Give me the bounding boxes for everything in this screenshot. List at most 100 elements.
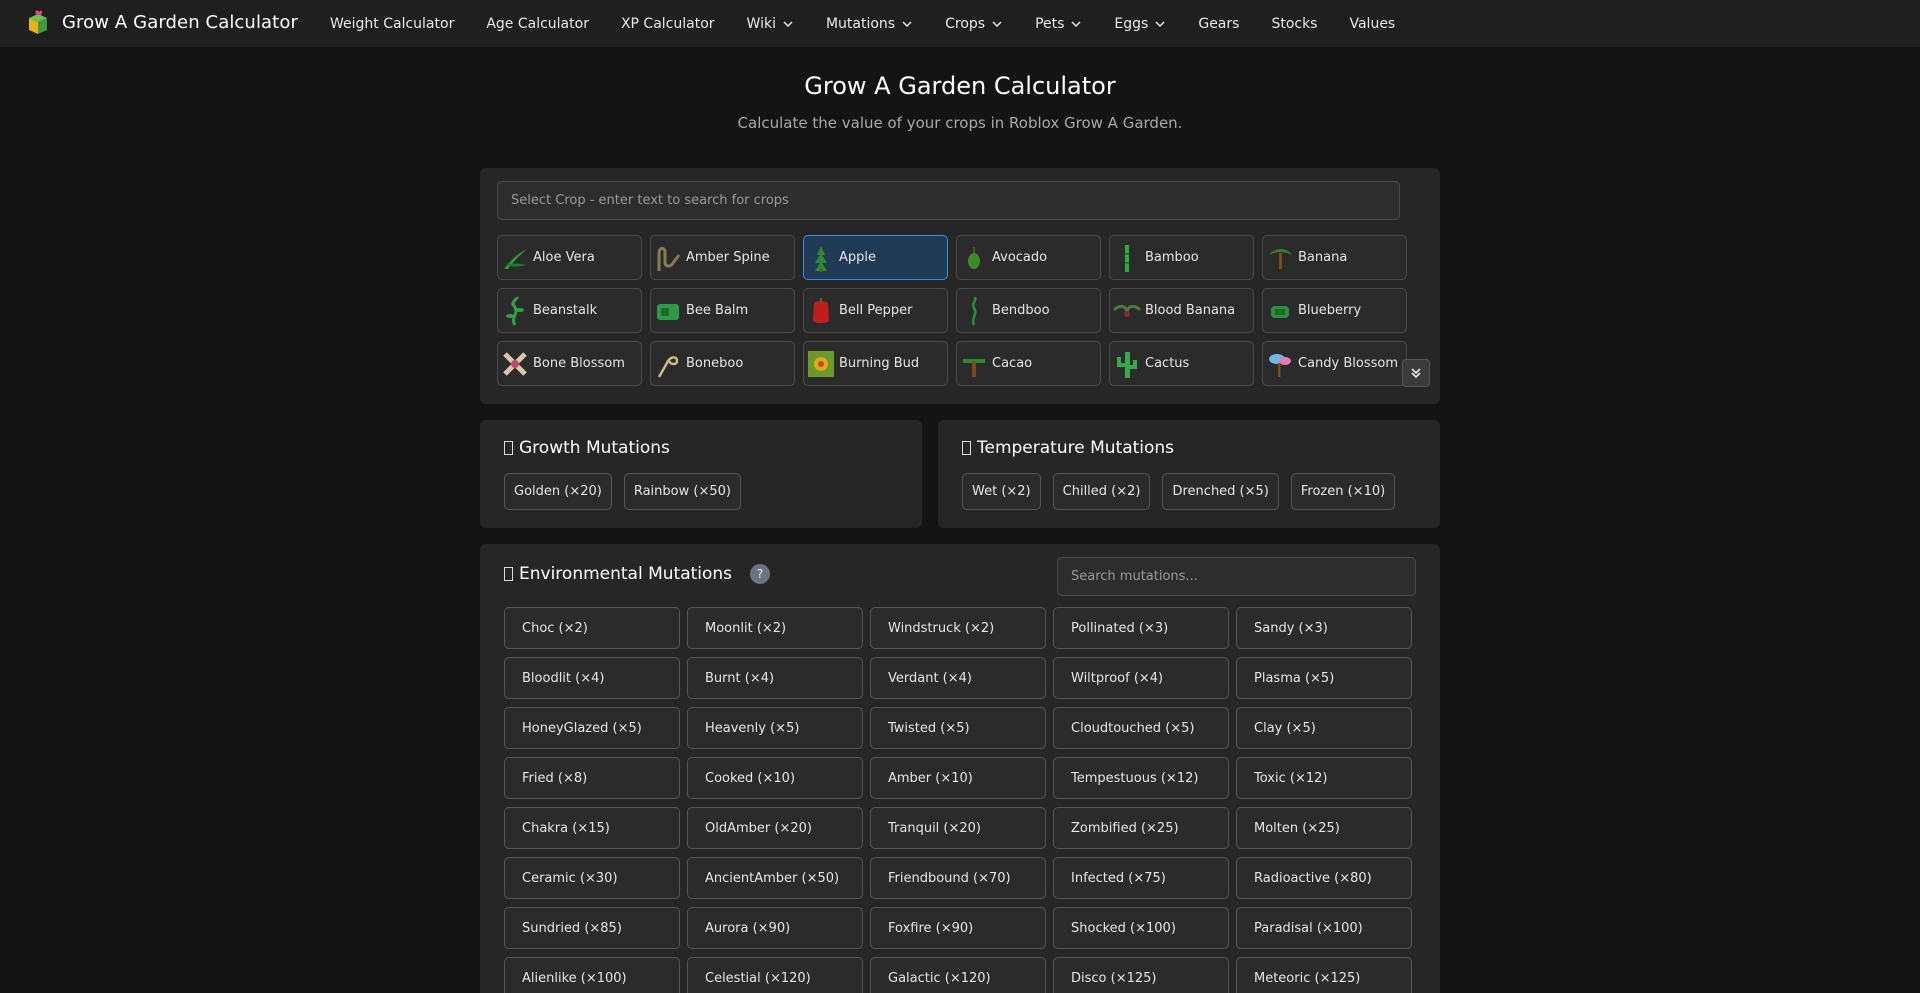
crop-option-label: Bamboo [1145,250,1199,265]
mutation-celestial-button[interactable]: Celestial (×120) [687,957,863,993]
nav-mutations-dropdown[interactable]: Mutations [826,16,913,32]
mutation-sandy-button[interactable]: Sandy (×3) [1236,607,1412,649]
mutation-wet-button[interactable]: Wet (×2) [962,473,1041,510]
mutation-zombified-button[interactable]: Zombified (×25) [1053,807,1229,849]
nav-stocks[interactable]: Stocks [1271,16,1317,32]
mutation-cooked-button[interactable]: Cooked (×10) [687,757,863,799]
nav-label: Weight Calculator [330,15,455,32]
crop-option-burning-bud[interactable]: Burning Bud [803,341,948,386]
mutation-oldamber-button[interactable]: OldAmber (×20) [687,807,863,849]
bendboo-icon [971,295,977,325]
mutation-paradisal-button[interactable]: Paradisal (×100) [1236,907,1412,949]
mutation-shocked-button[interactable]: Shocked (×100) [1053,907,1229,949]
nav-xp-calculator[interactable]: XP Calculator [621,16,715,32]
crop-option-blueberry[interactable]: Blueberry [1262,288,1407,333]
crop-option-bell-pepper[interactable]: Bell Pepper [803,288,948,333]
crop-option-avocado[interactable]: Avocado [956,235,1101,280]
nav-weight-calculator[interactable]: Weight Calculator [330,16,454,32]
crop-search-input[interactable] [497,181,1400,220]
brand-link[interactable]: Grow A Garden Calculator [26,9,298,35]
crop-option-label: Burning Bud [839,356,920,371]
mutation-fried-button[interactable]: Fried (×8) [504,757,680,799]
mutation-plasma-button[interactable]: Plasma (×5) [1236,657,1412,699]
crop-option-amber-spine[interactable]: Amber Spine [650,235,795,280]
mutation-frozen-button[interactable]: Frozen (×10) [1290,473,1396,510]
mutation-disco-button[interactable]: Disco (×125) [1053,957,1229,993]
nav-pets-dropdown[interactable]: Pets [1035,16,1082,32]
mutation-meteoric-button[interactable]: Meteoric (×125) [1236,957,1412,993]
expand-crops-button[interactable] [1402,359,1430,387]
mutation-ceramic-button[interactable]: Ceramic (×30) [504,857,680,899]
mutation-radioactive-button[interactable]: Radioactive (×80) [1236,857,1412,899]
nav-label: Crops [945,15,986,32]
crop-option-beanstalk[interactable]: Beanstalk [497,288,642,333]
mutation-choc-button[interactable]: Choc (×2) [504,607,680,649]
crop-option-bone-blossom[interactable]: Bone Blossom [497,341,642,386]
growth-mutations-heading: Growth Mutations [504,438,670,458]
crop-option-blood-banana[interactable]: Blood Banana [1109,288,1254,333]
mutation-windstruck-button[interactable]: Windstruck (×2) [870,607,1046,649]
mutation-moonlit-button[interactable]: Moonlit (×2) [687,607,863,649]
mutation-clay-button[interactable]: Clay (×5) [1236,707,1412,749]
crop-option-banana[interactable]: Banana [1262,235,1407,280]
mutation-pollinated-button[interactable]: Pollinated (×3) [1053,607,1229,649]
mutation-aurora-button[interactable]: Aurora (×90) [687,907,863,949]
mutation-golden-button[interactable]: Golden (×20) [504,473,612,510]
mutation-wiltproof-button[interactable]: Wiltproof (×4) [1053,657,1229,699]
mutation-twisted-button[interactable]: Twisted (×5) [870,707,1046,749]
mutation-tranquil-button[interactable]: Tranquil (×20) [870,807,1046,849]
mutation-infected-button[interactable]: Infected (×75) [1053,857,1229,899]
growth-mutation-list: Golden (×20) Rainbow (×50) [504,473,741,510]
nav-values[interactable]: Values [1349,16,1395,32]
crop-option-cactus[interactable]: Cactus [1109,341,1254,386]
mutation-search-input[interactable] [1057,557,1416,596]
mutation-ancientamber-button[interactable]: AncientAmber (×50) [687,857,863,899]
mutation-tempestuous-button[interactable]: Tempestuous (×12) [1053,757,1229,799]
nav-menu: Weight Calculator Age Calculator XP Calc… [330,0,1395,47]
banana-icon [1269,248,1292,269]
mutation-verdant-button[interactable]: Verdant (×4) [870,657,1046,699]
mutation-chakra-button[interactable]: Chakra (×15) [504,807,680,849]
temperature-mutation-list: Wet (×2) Chilled (×2) Drenched (×5) Frozen … [962,473,1396,510]
mutation-sundried-button[interactable]: Sundried (×85) [504,907,680,949]
double-chevron-down-icon [1411,368,1421,379]
nav-wiki-dropdown[interactable]: Wiki [747,16,794,32]
mutation-toxic-button[interactable]: Toxic (×12) [1236,757,1412,799]
mutation-amber-button[interactable]: Amber (×10) [870,757,1046,799]
crop-option-bee-balm[interactable]: Bee Balm [650,288,795,333]
crop-option-candy-blossom[interactable]: Candy Blossom [1262,341,1407,386]
crop-option-cacao[interactable]: Cacao [956,341,1101,386]
crop-option-aloe-vera[interactable]: Aloe Vera [497,235,642,280]
nav-label: Eggs [1114,15,1149,32]
mutation-heavenly-button[interactable]: Heavenly (×5) [687,707,863,749]
crop-option-apple[interactable]: Apple [803,235,948,280]
mutation-burnt-button[interactable]: Burnt (×4) [687,657,863,699]
environmental-mutation-grid: Choc (×2) Moonlit (×2) Windstruck (×2) Poll… [504,607,1412,993]
crop-option-boneboo[interactable]: Boneboo [650,341,795,386]
crop-option-label: Boneboo [686,356,744,371]
blood-banana-icon [1112,304,1142,317]
crop-option-label: Blueberry [1298,303,1362,318]
crop-option-label: Bell Pepper [839,303,913,318]
nav-gears[interactable]: Gears [1198,16,1239,32]
nav-crops-dropdown[interactable]: Crops [945,16,1003,32]
mutation-friendbound-button[interactable]: Friendbound (×70) [870,857,1046,899]
mutation-molten-button[interactable]: Molten (×25) [1236,807,1412,849]
nav-eggs-dropdown[interactable]: Eggs [1114,16,1166,32]
temperature-mutations-heading: Temperature Mutations [962,438,1174,458]
mutation-alienlike-button[interactable]: Alienlike (×100) [504,957,680,993]
mutation-foxfire-button[interactable]: Foxfire (×90) [870,907,1046,949]
mutation-drenched-button[interactable]: Drenched (×5) [1162,473,1279,510]
chevron-down-icon [1071,20,1081,27]
crop-option-bamboo[interactable]: Bamboo [1109,235,1254,280]
crop-option-bendboo[interactable]: Bendboo [956,288,1101,333]
help-icon[interactable]: ? [750,564,771,584]
mutation-bloodlit-button[interactable]: Bloodlit (×4) [504,657,680,699]
mutation-chilled-button[interactable]: Chilled (×2) [1052,473,1151,510]
mutation-cloudtouched-button[interactable]: Cloudtouched (×5) [1053,707,1229,749]
nav-age-calculator[interactable]: Age Calculator [486,16,589,32]
mutation-rainbow-button[interactable]: Rainbow (×50) [623,473,741,510]
mutation-galactic-button[interactable]: Galactic (×120) [870,957,1046,993]
crop-option-label: Beanstalk [533,303,598,318]
mutation-honeyglazed-button[interactable]: HoneyGlazed (×5) [504,707,680,749]
